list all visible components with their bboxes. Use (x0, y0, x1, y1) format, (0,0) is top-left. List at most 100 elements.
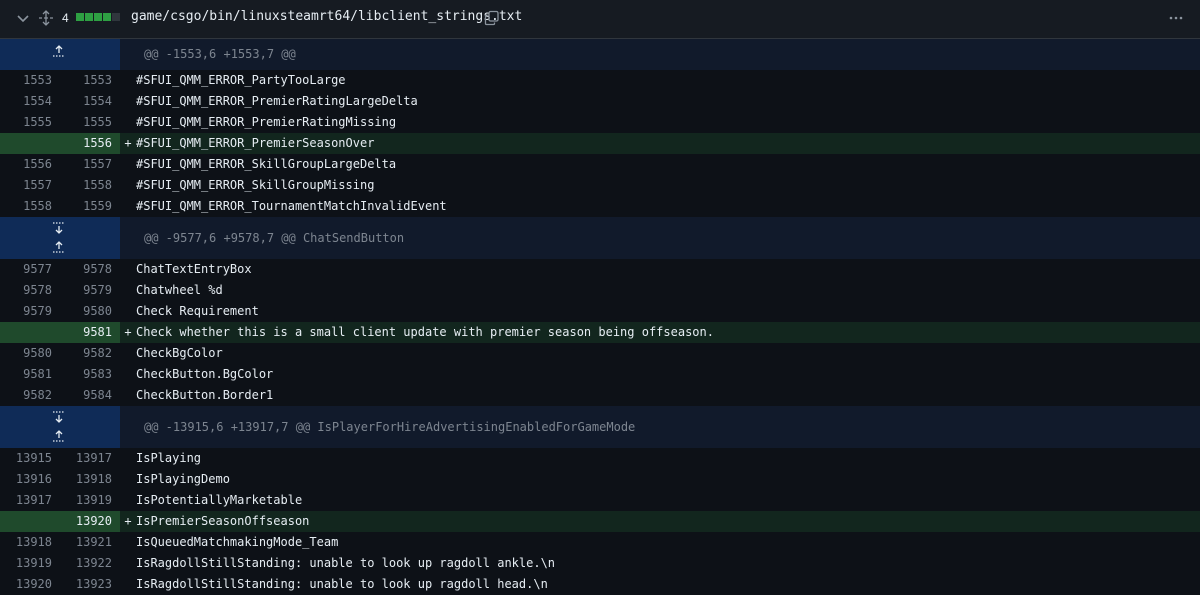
old-line-number[interactable]: 9579 (0, 301, 60, 322)
new-line-number[interactable]: 1555 (60, 112, 120, 133)
file-header: 4 game/csgo/bin/linuxsteamrt64/libclient… (0, 0, 1200, 39)
code-text: Chatwheel %d (136, 283, 223, 297)
new-line-number[interactable]: 1554 (60, 91, 120, 112)
diff-marker (120, 364, 136, 385)
old-line-number[interactable]: 9581 (0, 364, 60, 385)
diffstat (76, 13, 120, 21)
old-line-number[interactable]: 1554 (0, 91, 60, 112)
code-text: #SFUI_QMM_ERROR_TournamentMatchInvalidEv… (136, 199, 447, 213)
diff-marker (120, 259, 136, 280)
old-line-number[interactable]: 1558 (0, 196, 60, 217)
diff-marker (120, 343, 136, 364)
new-line-number[interactable]: 13922 (60, 553, 120, 574)
diff-line-added: 1556 + #SFUI_QMM_ERROR_PremierSeasonOver (0, 133, 1200, 154)
new-line-number[interactable]: 9579 (60, 280, 120, 301)
new-line-number[interactable]: 13919 (60, 490, 120, 511)
expand-gutter[interactable] (0, 39, 120, 70)
old-line-number[interactable]: 13918 (0, 532, 60, 553)
old-line-number[interactable]: 1556 (0, 154, 60, 175)
diff-line-context: 9577 9578 ChatTextEntryBox (0, 259, 1200, 280)
hunk-header-text: @@ -9577,6 +9578,7 @@ ChatSendButton (144, 231, 405, 245)
new-line-number[interactable]: 1558 (60, 175, 120, 196)
unfold-icon[interactable] (38, 10, 54, 26)
kebab-horizontal-icon[interactable] (1168, 10, 1184, 26)
old-line-number[interactable]: 13920 (0, 574, 60, 595)
new-line-number[interactable]: 9583 (60, 364, 120, 385)
old-line-number[interactable]: 9580 (0, 343, 60, 364)
diff-marker (120, 112, 136, 133)
code-text: Check Requirement (136, 304, 259, 318)
code-text: IsPremierSeasonOffseason (136, 511, 1200, 532)
old-line-number[interactable]: 13919 (0, 553, 60, 574)
hunk-header: @@ -9577,6 +9578,7 @@ ChatSendButton (0, 217, 1200, 259)
hunk-header: @@ -1553,6 +1553,7 @@ (0, 39, 1200, 70)
old-line-number[interactable]: 13916 (0, 469, 60, 490)
new-line-number[interactable]: 1556 (60, 133, 120, 154)
expand-gutter[interactable] (0, 217, 120, 259)
old-line-number[interactable]: 9577 (0, 259, 60, 280)
code-text: #SFUI_QMM_ERROR_PartyTooLarge (136, 73, 346, 87)
file-path[interactable]: game/csgo/bin/linuxsteamrt64/libclient_s… (131, 9, 522, 24)
code-text: ChatTextEntryBox (136, 262, 252, 276)
diff-line-context: 1554 1554 #SFUI_QMM_ERROR_PremierRatingLar… (0, 91, 1200, 112)
expand-up-icon[interactable] (50, 430, 68, 444)
old-line-number[interactable] (0, 511, 60, 532)
diff-line-context: 1555 1555 #SFUI_QMM_ERROR_PremierRatingMis… (0, 112, 1200, 133)
diff-line-added: 9581 + Check whether this is a small clien… (0, 322, 1200, 343)
diff-table: @@ -1553,6 +1553,7 @@ 1553 1553 #SFUI_QMM_E… (0, 39, 1200, 595)
new-line-number[interactable]: 9584 (60, 385, 120, 406)
expand-down-icon[interactable] (50, 411, 68, 425)
diff-marker: + (124, 514, 132, 528)
old-line-number[interactable] (0, 322, 60, 343)
code-text: CheckButton.Border1 (136, 388, 274, 402)
new-line-number[interactable]: 1559 (60, 196, 120, 217)
diff-line-context: 1553 1553 #SFUI_QMM_ERROR_PartyTooLarge (0, 70, 1200, 91)
expand-up-icon[interactable] (50, 241, 68, 255)
code-text: #SFUI_QMM_ERROR_PremierSeasonOver (136, 133, 1200, 154)
code-text: IsPotentiallyMarketable (136, 493, 303, 507)
diffstat-block (76, 13, 84, 21)
new-line-number[interactable]: 13917 (60, 448, 120, 469)
old-line-number[interactable]: 1553 (0, 70, 60, 91)
diff-marker (120, 154, 136, 175)
old-line-number[interactable]: 1557 (0, 175, 60, 196)
new-line-number[interactable]: 13920 (60, 511, 120, 532)
code-text: IsQueuedMatchmakingMode_Team (136, 535, 339, 549)
diff-marker (120, 301, 136, 322)
changes-count: 4 (62, 11, 69, 25)
new-line-number[interactable]: 1553 (60, 70, 120, 91)
new-line-number[interactable]: 9581 (60, 322, 120, 343)
old-line-number[interactable]: 13915 (0, 448, 60, 469)
old-line-number[interactable]: 9578 (0, 280, 60, 301)
new-line-number[interactable]: 1557 (60, 154, 120, 175)
new-line-number[interactable]: 9578 (60, 259, 120, 280)
new-line-number[interactable]: 9582 (60, 343, 120, 364)
diff-line-context: 1556 1557 #SFUI_QMM_ERROR_SkillGroupLargeD… (0, 154, 1200, 175)
code-text: #SFUI_QMM_ERROR_PremierRatingMissing (136, 115, 397, 129)
diff-line-context: 1558 1559 #SFUI_QMM_ERROR_TournamentMatchI… (0, 196, 1200, 217)
diff-marker (120, 175, 136, 196)
diff-marker (120, 469, 136, 490)
hunk-header-text: @@ -1553,6 +1553,7 @@ (144, 47, 296, 61)
diff-line-context: 13916 13918 IsPlayingDemo (0, 469, 1200, 490)
new-line-number[interactable]: 9580 (60, 301, 120, 322)
new-line-number[interactable]: 13923 (60, 574, 120, 595)
diff-line-added: 13920 + IsPremierSeasonOffseason (0, 511, 1200, 532)
new-line-number[interactable]: 13921 (60, 532, 120, 553)
diff-marker (120, 91, 136, 112)
expand-down-icon[interactable] (50, 222, 68, 236)
old-line-number[interactable]: 13917 (0, 490, 60, 511)
expand-up-icon[interactable] (50, 45, 68, 59)
new-line-number[interactable]: 13918 (60, 469, 120, 490)
chevron-down-icon[interactable] (15, 10, 31, 26)
old-line-number[interactable]: 9582 (0, 385, 60, 406)
old-line-number[interactable] (0, 133, 60, 154)
old-line-number[interactable]: 1555 (0, 112, 60, 133)
diff-line-context: 9581 9583 CheckButton.BgColor (0, 364, 1200, 385)
code-text: IsPlaying (136, 451, 202, 465)
code-text: IsRagdollStillStanding: unable to look u… (136, 556, 556, 570)
diff-marker (120, 70, 136, 91)
expand-gutter[interactable] (0, 406, 120, 448)
diff-line-context: 9578 9579 Chatwheel %d (0, 280, 1200, 301)
copy-icon[interactable] (484, 10, 500, 26)
